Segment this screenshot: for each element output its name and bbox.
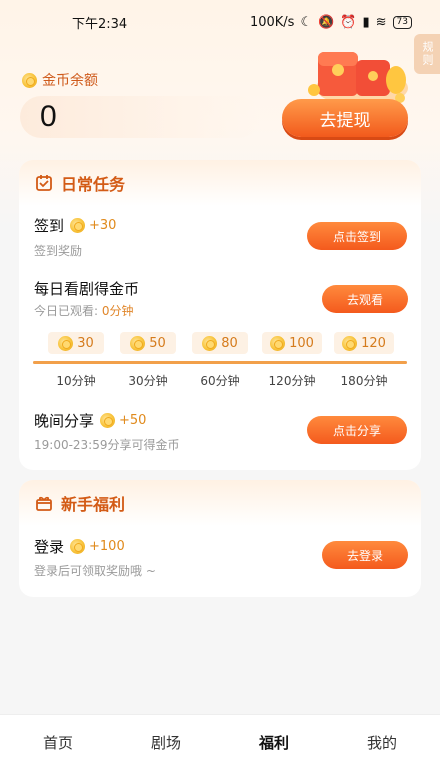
battery-icon: 73 (392, 15, 412, 29)
coin-icon (342, 335, 358, 351)
watch-progress-track (33, 361, 407, 364)
watched-minutes: 0分钟 (101, 304, 134, 318)
milestone-chip: 50 (120, 332, 176, 354)
rules-tab[interactable]: 规则 (414, 34, 440, 74)
milestone-label: 60分钟 (200, 374, 240, 388)
tab-benefits[interactable]: 福利 (244, 732, 304, 753)
milestone-chip: 30 (48, 332, 104, 354)
login-task-title: 登录 +100 (34, 538, 125, 556)
coin-icon (202, 335, 218, 351)
signal-icon: ▮ (362, 14, 370, 30)
daily-tasks-header: 日常任务 (19, 160, 421, 206)
milestone-label: 180分钟 (340, 374, 388, 388)
share-subtitle: 19:00-23:59分享可得金币 (34, 438, 180, 452)
coin-icon (270, 335, 286, 351)
checkin-task-title: 签到 +30 (34, 217, 117, 235)
coin-icon (70, 539, 86, 554)
wifi-icon: ≋ (375, 14, 387, 30)
bottom-tab-bar: 首页 剧场 福利 我的 (0, 714, 440, 770)
milestone-chip: 100 (262, 332, 322, 354)
newbie-benefits-title: 新手福利 (61, 495, 126, 514)
login-button[interactable]: 去登录 (322, 541, 408, 569)
milestone-chip: 80 (192, 332, 248, 354)
login-subtitle: 登录后可领取奖励哦 ~ (34, 564, 156, 578)
withdraw-button[interactable]: 去提现 (282, 99, 408, 137)
calendar-check-icon (36, 175, 52, 191)
share-button[interactable]: 点击分享 (307, 416, 407, 444)
milestone-label: 30分钟 (128, 374, 168, 388)
mute-icon: 🔕 (318, 14, 335, 30)
tab-mine[interactable]: 我的 (352, 732, 412, 753)
coin-icon (100, 413, 116, 428)
coin-icon (70, 218, 86, 233)
watch-task-title: 每日看剧得金币 (34, 280, 140, 298)
daily-tasks-title: 日常任务 (61, 175, 126, 194)
gift-icon (36, 496, 52, 511)
checkin-button[interactable]: 点击签到 (307, 222, 407, 250)
watch-button[interactable]: 去观看 (322, 285, 408, 313)
balance-value: 0 (40, 100, 57, 133)
newbie-benefits-header: 新手福利 (19, 480, 421, 526)
watch-subtitle: 今日已观看: 0分钟 (34, 304, 134, 318)
watch-progress-fill (33, 361, 407, 364)
coin-icon (58, 335, 74, 351)
alarm-icon: ⏰ (340, 14, 357, 30)
tab-theater[interactable]: 剧场 (136, 732, 196, 753)
tab-home[interactable]: 首页 (28, 732, 88, 753)
share-task-title: 晚间分享 +50 (34, 412, 147, 430)
login-reward: +100 (70, 539, 125, 554)
coin-icon (22, 72, 37, 88)
milestone-label: 10分钟 (56, 374, 96, 388)
checkin-subtitle: 签到奖励 (34, 244, 83, 258)
network-speed: 100K/s (249, 14, 295, 30)
checkin-reward: +30 (70, 218, 116, 233)
share-reward: +50 (100, 413, 146, 428)
balance-label: 金币余额 (22, 70, 98, 90)
milestone-chip: 120 (334, 332, 394, 354)
milestone-label: 120分钟 (268, 374, 316, 388)
status-time: 下午2:34 (72, 16, 128, 32)
moon-icon: ☾ (300, 14, 313, 30)
coin-icon (130, 335, 146, 351)
status-indicators: 100K/s ☾ 🔕 ⏰ ▮ ≋ 73 (250, 15, 412, 30)
